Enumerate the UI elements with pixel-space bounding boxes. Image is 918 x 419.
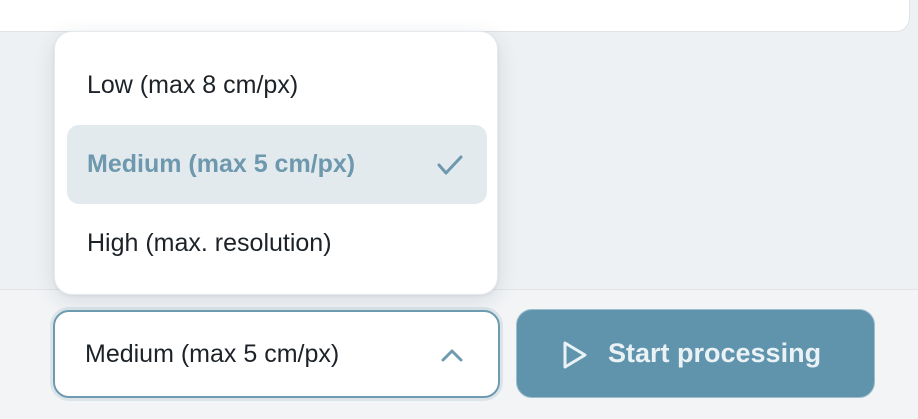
start-processing-button[interactable]: Start processing — [516, 309, 875, 398]
top-card — [0, 0, 910, 32]
option-medium-label: Medium (max 5 cm/px) — [87, 150, 356, 178]
play-icon — [563, 341, 587, 369]
checkmark-icon — [437, 155, 463, 175]
option-high-label: High (max. resolution) — [87, 229, 332, 257]
option-high[interactable]: High (max. resolution) — [67, 204, 487, 283]
resolution-select-value: Medium (max 5 cm/px) — [85, 339, 340, 368]
resolution-dropdown-menu: Low (max 8 cm/px) Medium (max 5 cm/px) H… — [54, 31, 498, 295]
chevron-up-icon — [441, 349, 463, 362]
option-low[interactable]: Low (max 8 cm/px) — [67, 46, 487, 125]
option-low-label: Low (max 8 cm/px) — [87, 71, 299, 99]
resolution-select[interactable]: Medium (max 5 cm/px) — [53, 310, 500, 398]
start-processing-label: Start processing — [608, 338, 822, 368]
option-medium[interactable]: Medium (max 5 cm/px) — [67, 125, 487, 204]
